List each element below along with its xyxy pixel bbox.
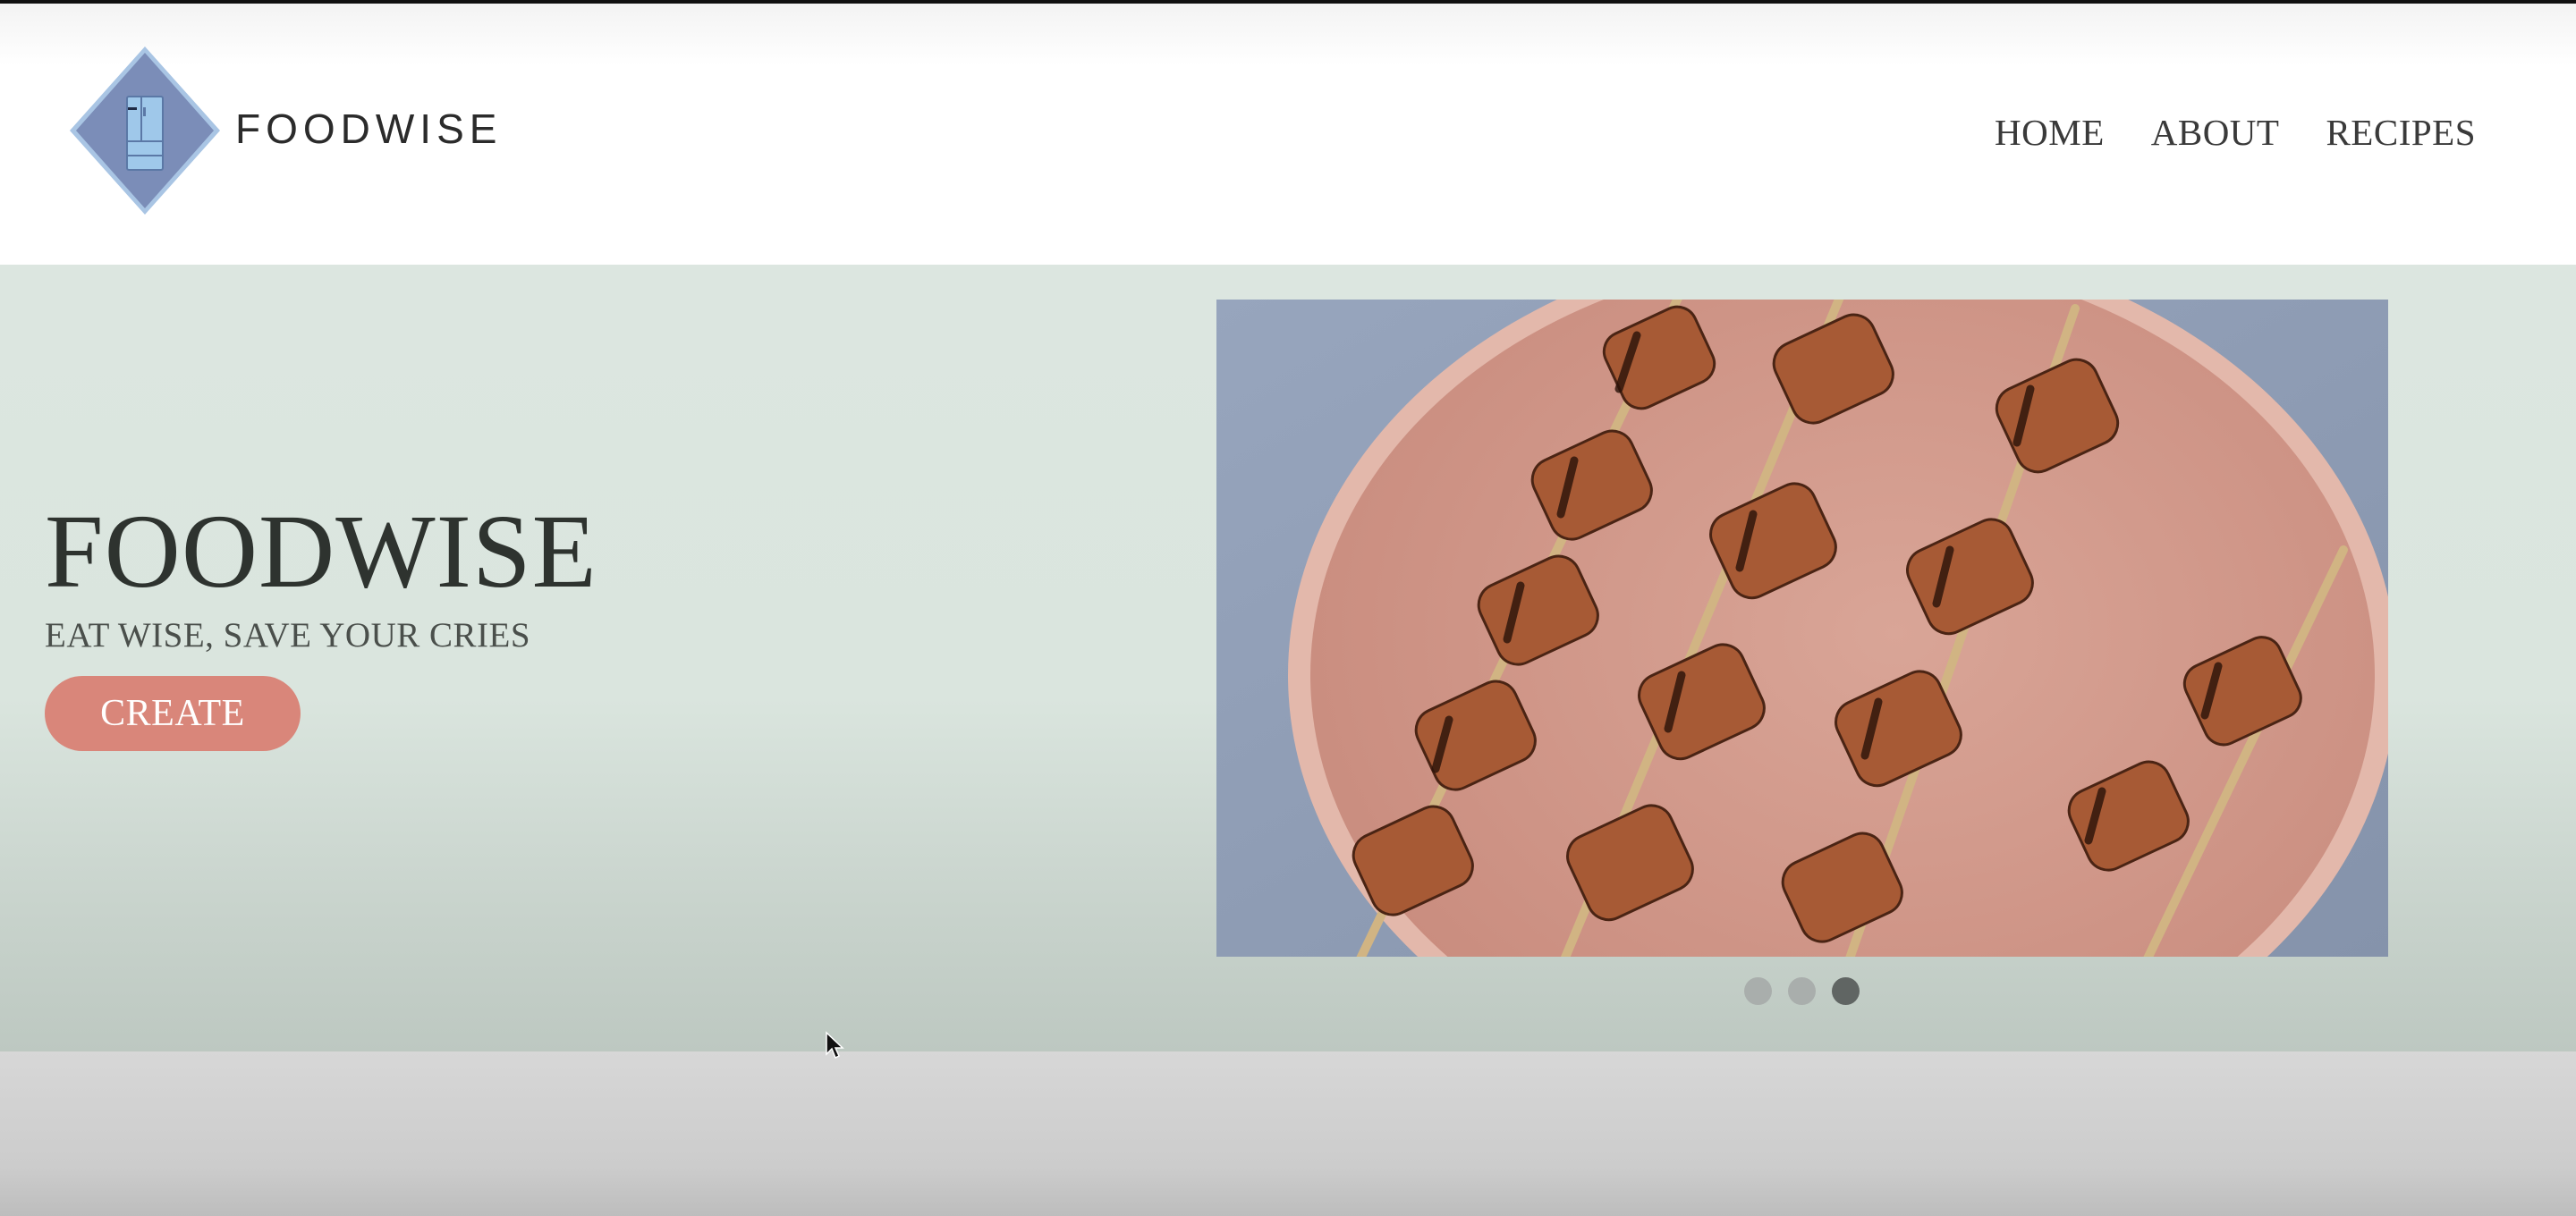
carousel-indicators: [1744, 977, 1860, 1005]
carousel-dot-1[interactable]: [1744, 977, 1772, 1005]
nav-about[interactable]: ABOUT: [2151, 111, 2280, 154]
hero-subtitle: EAT WISE, SAVE YOUR CRIES: [45, 616, 531, 654]
page-bottom-area: [0, 1051, 2576, 1216]
main-nav: HOME ABOUT RECIPES: [1995, 111, 2476, 154]
site-header: FOODWISE HOME ABOUT RECIPES: [0, 4, 2576, 265]
mouse-cursor-icon: [826, 1031, 844, 1060]
carousel-dot-2[interactable]: [1788, 977, 1816, 1005]
browser-viewport: FOODWISE HOME ABOUT RECIPES FOODWISE EAT…: [0, 0, 2576, 1216]
hero-section: FOODWISE EAT WISE, SAVE YOUR CRIES CREAT…: [0, 265, 2576, 1051]
carousel-dot-3[interactable]: [1832, 977, 1860, 1005]
nav-home[interactable]: HOME: [1995, 111, 2105, 154]
skewers-image: [1216, 300, 2388, 957]
logo-link[interactable]: [68, 45, 222, 216]
fridge-icon: [70, 46, 220, 215]
brand-name[interactable]: FOODWISE: [235, 105, 502, 153]
nav-recipes[interactable]: RECIPES: [2326, 111, 2476, 154]
hero-title: FOODWISE: [45, 493, 597, 610]
create-button[interactable]: CREATE: [45, 676, 301, 751]
carousel-slide-image: [1216, 300, 2388, 957]
